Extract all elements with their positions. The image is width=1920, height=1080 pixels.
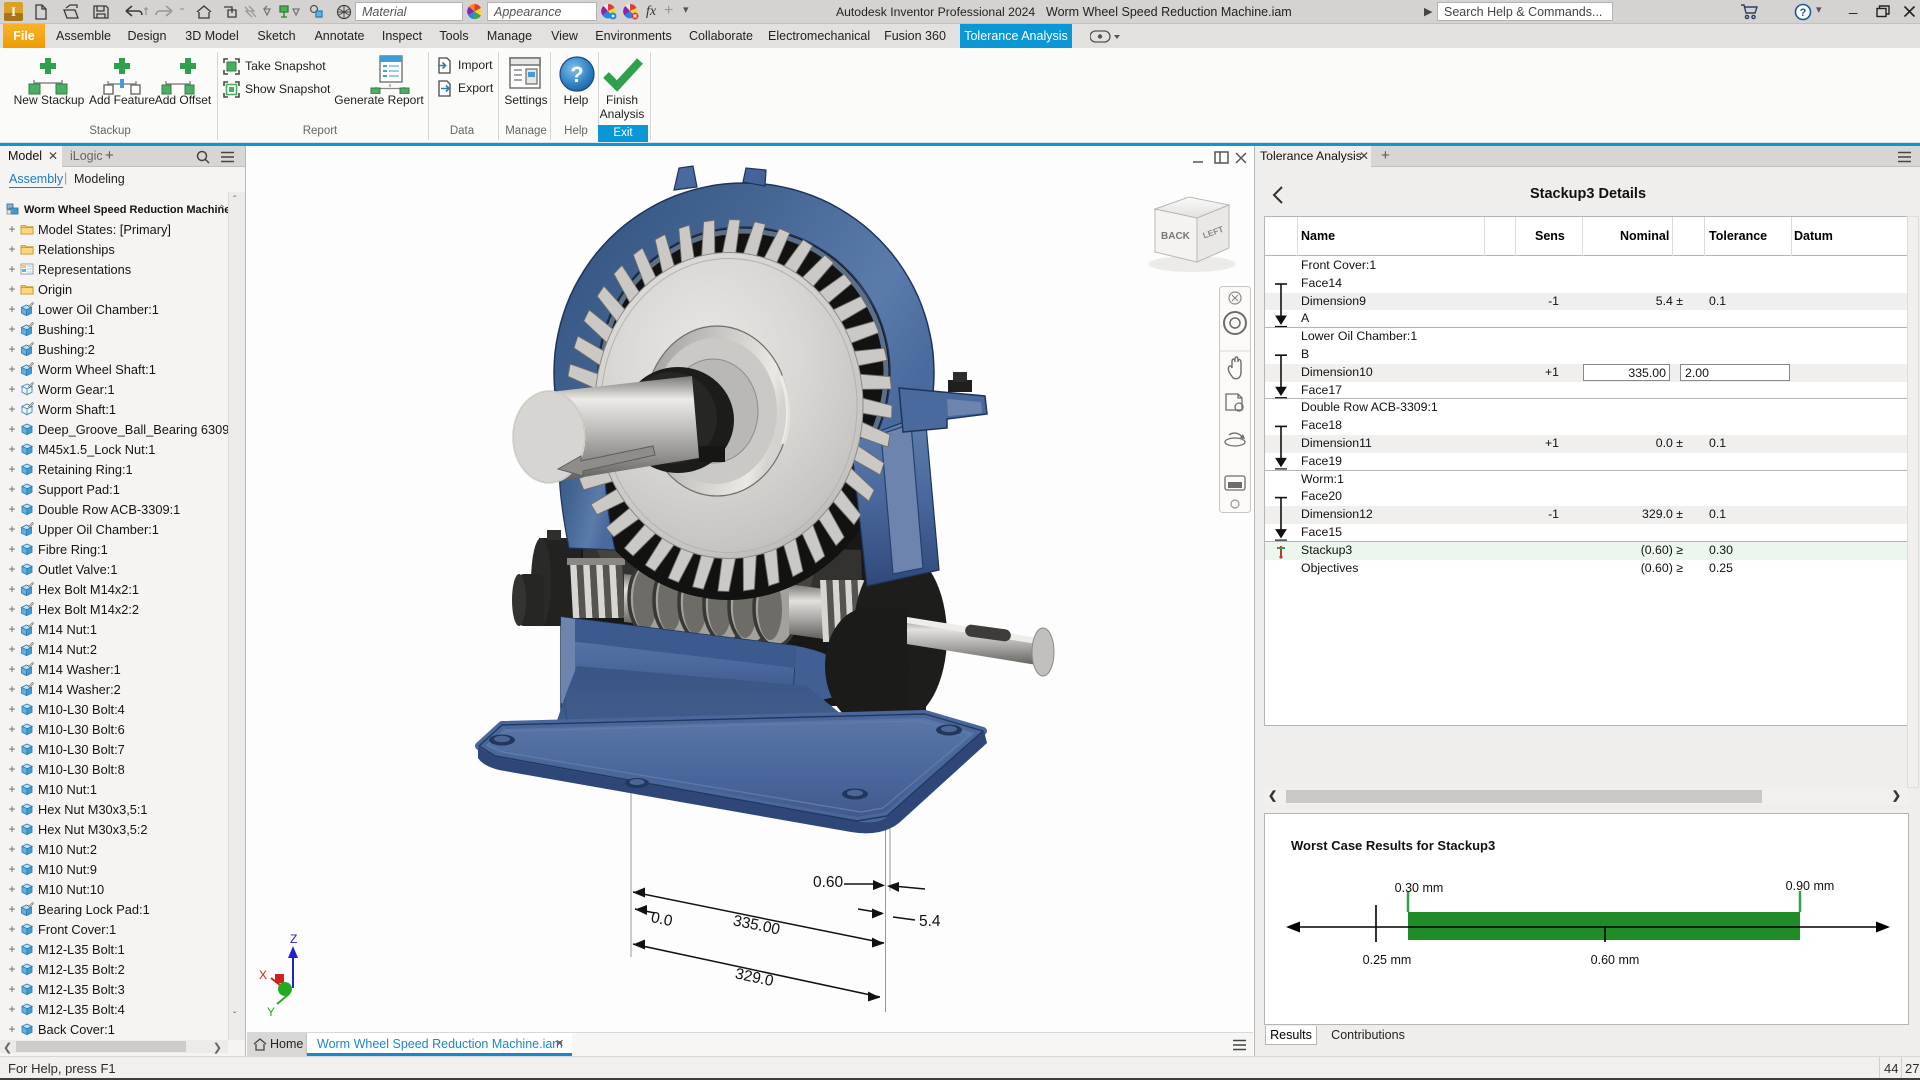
svg-text:Z: Z: [290, 932, 297, 946]
svg-text:0.30 mm: 0.30 mm: [1395, 881, 1444, 895]
svg-text:I: I: [11, 4, 16, 19]
svg-text:BACK: BACK: [1161, 231, 1191, 242]
svg-text:0.25 mm: 0.25 mm: [1363, 953, 1412, 967]
svg-text:0.60: 0.60: [813, 874, 844, 891]
svg-text:0.90 mm: 0.90 mm: [1786, 879, 1835, 893]
svg-text:Y: Y: [267, 1005, 275, 1019]
svg-text:?: ?: [570, 62, 583, 87]
svg-text:5.4: 5.4: [919, 913, 941, 930]
svg-text:?: ?: [1800, 7, 1807, 19]
svg-text:X: X: [259, 968, 267, 982]
svg-text:0.60 mm: 0.60 mm: [1591, 953, 1640, 967]
